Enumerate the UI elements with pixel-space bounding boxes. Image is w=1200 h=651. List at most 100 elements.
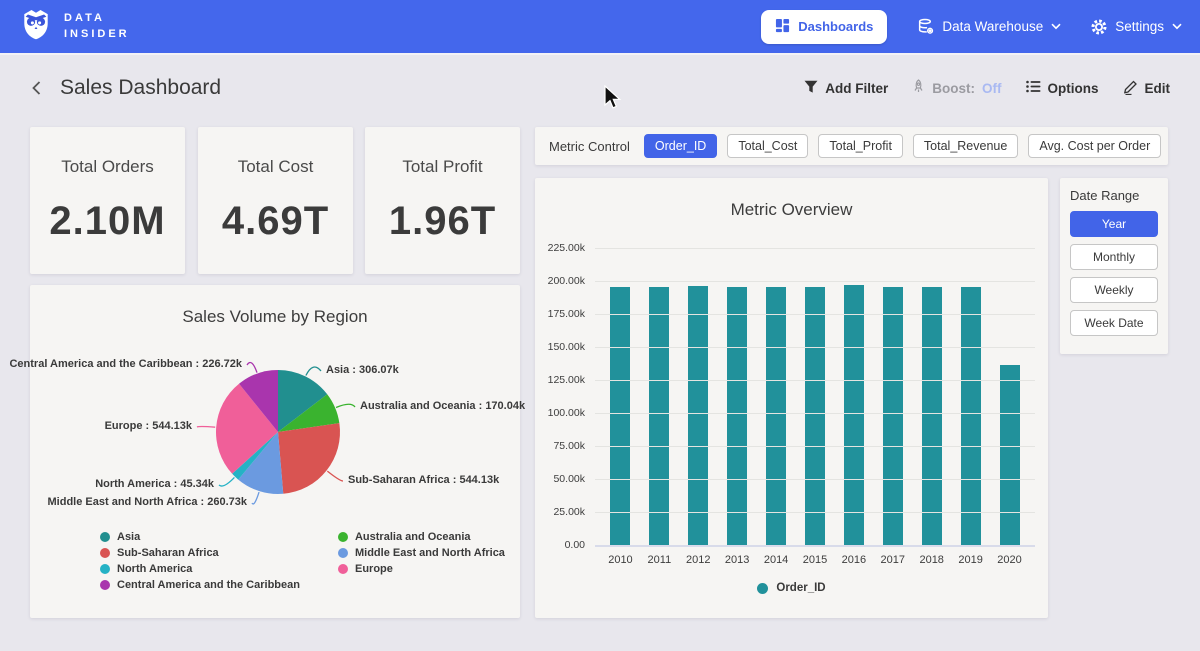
- options-button[interactable]: Options: [1026, 80, 1099, 96]
- date-range-buttons: Year Monthly Weekly Week Date: [1070, 211, 1158, 336]
- options-label: Options: [1048, 81, 1099, 96]
- legend-item-australia-and-oceania[interactable]: Australia and Oceania: [338, 531, 505, 543]
- legend-label: Central America and the Caribbean: [117, 579, 300, 591]
- legend-dot: [100, 548, 110, 558]
- y-tick-label: 225.00k: [535, 242, 585, 254]
- legend-label: Middle East and North Africa: [355, 547, 505, 559]
- edit-button[interactable]: Edit: [1123, 79, 1171, 98]
- legend-dot: [100, 580, 110, 590]
- boost-state: Off: [982, 81, 1002, 96]
- bar-2013[interactable]: [727, 287, 747, 545]
- y-tick-label: 75.00k: [535, 440, 585, 452]
- edit-label: Edit: [1145, 81, 1171, 96]
- settings-menu[interactable]: Settings: [1091, 19, 1182, 35]
- bar-2020[interactable]: [1000, 365, 1020, 545]
- legend-label: Asia: [117, 531, 140, 543]
- chevron-down-icon: [1172, 23, 1182, 30]
- bar-2014[interactable]: [766, 287, 786, 545]
- bar-column-2013: [718, 287, 757, 545]
- y-tick-label: 175.00k: [535, 308, 585, 320]
- bar-2011[interactable]: [649, 287, 669, 545]
- metric-button-total-cost[interactable]: Total_Cost: [727, 134, 808, 158]
- legend-label: North America: [117, 563, 192, 575]
- date-range-button-year[interactable]: Year: [1070, 211, 1158, 237]
- y-tick-label: 125.00k: [535, 374, 585, 386]
- bar-column-2019: [951, 287, 990, 545]
- pie-legend-column: Asia Sub-Saharan Africa North America Centr…: [100, 531, 300, 591]
- bar-2016[interactable]: [844, 285, 864, 545]
- legend-item-central-america-and-the-caribbean[interactable]: Central America and the Caribbean: [100, 579, 300, 591]
- x-tick-label: 2019: [951, 554, 990, 566]
- legend-item-asia[interactable]: Asia: [100, 531, 300, 543]
- gridline: [595, 314, 1035, 315]
- add-filter-label: Add Filter: [825, 81, 888, 96]
- date-range-button-weekly[interactable]: Weekly: [1070, 277, 1158, 303]
- boost-toggle[interactable]: Boost: Off: [912, 79, 1001, 97]
- bar-chart-x-axis: 2010201120122013201420152016201720182019…: [595, 554, 1035, 566]
- legend-dot: [100, 532, 110, 542]
- legend-dot: [757, 583, 768, 594]
- brand-logo: DATA INSIDER: [18, 6, 130, 47]
- pie-chart-legend: Asia Sub-Saharan Africa North America Centr…: [100, 531, 505, 591]
- gridline: [595, 446, 1035, 447]
- x-tick-label: 2012: [679, 554, 718, 566]
- add-filter-button[interactable]: Add Filter: [804, 80, 888, 97]
- legend-item-middle-east-and-north-africa[interactable]: Middle East and North Africa: [338, 547, 505, 559]
- bar-2010[interactable]: [610, 287, 630, 545]
- pie-leader-line: [197, 427, 215, 428]
- gridline: [595, 248, 1035, 249]
- pencil-icon: [1123, 79, 1138, 98]
- pie-label-australia-and-oceania: Australia and Oceania : 170.04k: [360, 400, 525, 412]
- settings-label: Settings: [1115, 19, 1164, 34]
- kpi-label: Total Cost: [238, 157, 314, 177]
- bar-chart-title: Metric Overview: [535, 200, 1048, 220]
- y-tick-label: 25.00k: [535, 506, 585, 518]
- dashboards-button[interactable]: Dashboards: [761, 10, 887, 44]
- bar-2012[interactable]: [688, 286, 708, 546]
- kpi-value: 2.10M: [49, 199, 165, 244]
- back-button[interactable]: [30, 80, 44, 96]
- pie-leader-line: [247, 363, 257, 373]
- y-tick-label: 150.00k: [535, 341, 585, 353]
- metric-button-total-revenue[interactable]: Total_Revenue: [913, 134, 1018, 158]
- pie-label-europe: Europe : 544.13k: [105, 420, 192, 432]
- kpi-card-total-cost: Total Cost 4.69T: [198, 127, 353, 274]
- bar-2015[interactable]: [805, 287, 825, 545]
- gridline: [595, 380, 1035, 381]
- data-warehouse-menu[interactable]: Data Warehouse: [917, 18, 1061, 35]
- x-tick-label: 2014: [757, 554, 796, 566]
- bar-column-2020: [990, 365, 1029, 545]
- bar-chart-y-axis: 0.0025.00k50.00k75.00k100.00k125.00k150.…: [535, 248, 585, 545]
- metric-button-order-id[interactable]: Order_ID: [644, 134, 717, 158]
- date-range-button-monthly[interactable]: Monthly: [1070, 244, 1158, 270]
- pie-legend-column: Australia and Oceania Middle East and Nor…: [338, 531, 505, 591]
- gridline: [595, 347, 1035, 348]
- date-range-panel: Date Range Year Monthly Weekly Week Date: [1060, 178, 1168, 354]
- kpi-label: Total Orders: [61, 157, 154, 177]
- date-range-label: Date Range: [1070, 188, 1158, 203]
- gridline: [595, 545, 1035, 547]
- pie-leader-line: [252, 492, 259, 504]
- boost-label: Boost:: [932, 81, 975, 96]
- legend-item-europe[interactable]: Europe: [338, 563, 505, 575]
- pie-slice-sub-saharan-africa[interactable]: [278, 423, 340, 494]
- legend-dot: [100, 564, 110, 574]
- top-navbar: DATA INSIDER Dashboards: [0, 0, 1200, 55]
- legend-item-sub-saharan-africa[interactable]: Sub-Saharan Africa: [100, 547, 300, 559]
- legend-label: Sub-Saharan Africa: [117, 547, 219, 559]
- filter-funnel-icon: [804, 80, 818, 97]
- legend-item-north-america[interactable]: North America: [100, 563, 300, 575]
- bar-2017[interactable]: [883, 287, 903, 545]
- x-tick-label: 2016: [834, 554, 873, 566]
- x-tick-label: 2018: [912, 554, 951, 566]
- date-range-button-week-date[interactable]: Week Date: [1070, 310, 1158, 336]
- kpi-card-total-orders: Total Orders 2.10M: [30, 127, 185, 274]
- metric-button-total-profit[interactable]: Total_Profit: [818, 134, 903, 158]
- page-title: Sales Dashboard: [60, 76, 221, 100]
- y-tick-label: 100.00k: [535, 407, 585, 419]
- bar-2018[interactable]: [922, 287, 942, 545]
- metric-button-avg-cost-per-order[interactable]: Avg. Cost per Order: [1028, 134, 1161, 158]
- bar-2019[interactable]: [961, 287, 981, 545]
- bar-chart-legend[interactable]: Order_ID: [535, 582, 1048, 594]
- bar-chart-plot-area: [595, 248, 1035, 545]
